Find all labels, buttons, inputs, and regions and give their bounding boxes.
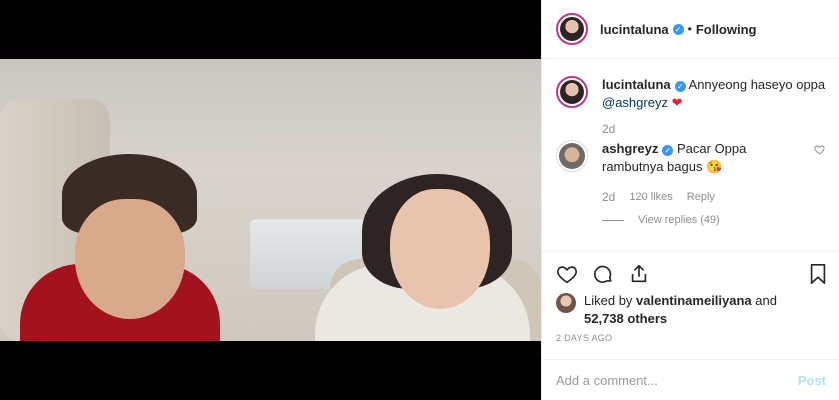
bookmark-icon[interactable] <box>808 263 828 285</box>
author-avatar[interactable] <box>556 13 588 45</box>
likes-summary: Liked by valentinameiliyana and 52,738 o… <box>556 292 826 328</box>
comment-icon[interactable] <box>592 263 614 285</box>
separator-dot: • <box>687 22 692 36</box>
likes-others[interactable]: 52,738 others <box>584 311 667 326</box>
comment-time[interactable]: 2d <box>602 190 615 204</box>
following-button[interactable]: Following <box>696 22 757 37</box>
caption-time[interactable]: 2d <box>602 122 826 136</box>
liker-username[interactable]: valentinameiliyana <box>636 293 752 308</box>
heart-emoji: ❤ <box>671 95 683 110</box>
comment-input[interactable] <box>556 372 798 388</box>
add-comment-bar: Post <box>542 359 839 400</box>
likes-text: Liked by valentinameiliyana and 52,738 o… <box>584 292 777 328</box>
verified-badge-icon: ✓ <box>662 145 674 156</box>
caption-body: Annyeong haseyo oppa <box>688 77 826 92</box>
author-username[interactable]: lucintaluna <box>600 22 669 37</box>
post-photo[interactable] <box>0 59 541 341</box>
comment-like-icon[interactable] <box>814 144 826 156</box>
view-replies-button[interactable]: View replies (49) <box>602 214 826 226</box>
comment-meta: 2d 120 likes Reply <box>602 190 826 204</box>
heart-icon[interactable] <box>556 263 578 285</box>
commenter-avatar[interactable] <box>556 140 588 172</box>
verified-badge-icon: ✓ <box>672 23 684 35</box>
caption-mention[interactable]: @ashgreyz <box>602 95 668 110</box>
post-media[interactable] <box>0 0 541 400</box>
kiss-emoji: 😘 <box>706 159 723 174</box>
commenter-username[interactable]: ashgreyz <box>602 141 658 156</box>
post-header: lucintaluna ✓ • Following <box>542 0 839 59</box>
likes-connector: and <box>755 293 777 308</box>
caption-row: lucintaluna ✓ Annyeong haseyo oppa @ashgr… <box>556 76 826 112</box>
post-button[interactable]: Post <box>798 373 826 388</box>
reply-button[interactable]: Reply <box>687 191 715 203</box>
action-bar <box>556 258 828 290</box>
caption-avatar[interactable] <box>556 76 588 108</box>
comment-likes-count[interactable]: 120 likes <box>629 191 672 203</box>
verified-badge-icon: ✓ <box>674 81 686 92</box>
liker-avatar[interactable] <box>556 293 576 313</box>
caption-username[interactable]: lucintaluna <box>602 77 671 92</box>
comments-section: lucintaluna ✓ Annyeong haseyo oppa @ashgr… <box>542 60 839 252</box>
liked-by-prefix: Liked by <box>584 293 633 308</box>
post-side-panel: lucintaluna ✓ • Following lucintaluna ✓ A… <box>541 0 839 400</box>
caption-text: lucintaluna ✓ Annyeong haseyo oppa @ashgr… <box>602 76 825 112</box>
comment-text: ashgreyz ✓ Pacar Oppa rambutnya bagus 😘 <box>602 140 792 176</box>
person-left-face <box>75 199 185 319</box>
person-right-face <box>390 189 490 309</box>
share-icon[interactable] <box>628 263 650 285</box>
post-timestamp[interactable]: 2 DAYS AGO <box>556 333 612 343</box>
replies-line <box>602 219 624 221</box>
comment-row: ashgreyz ✓ Pacar Oppa rambutnya bagus 😘 <box>556 140 826 176</box>
view-replies-label: View replies (49) <box>638 214 720 226</box>
